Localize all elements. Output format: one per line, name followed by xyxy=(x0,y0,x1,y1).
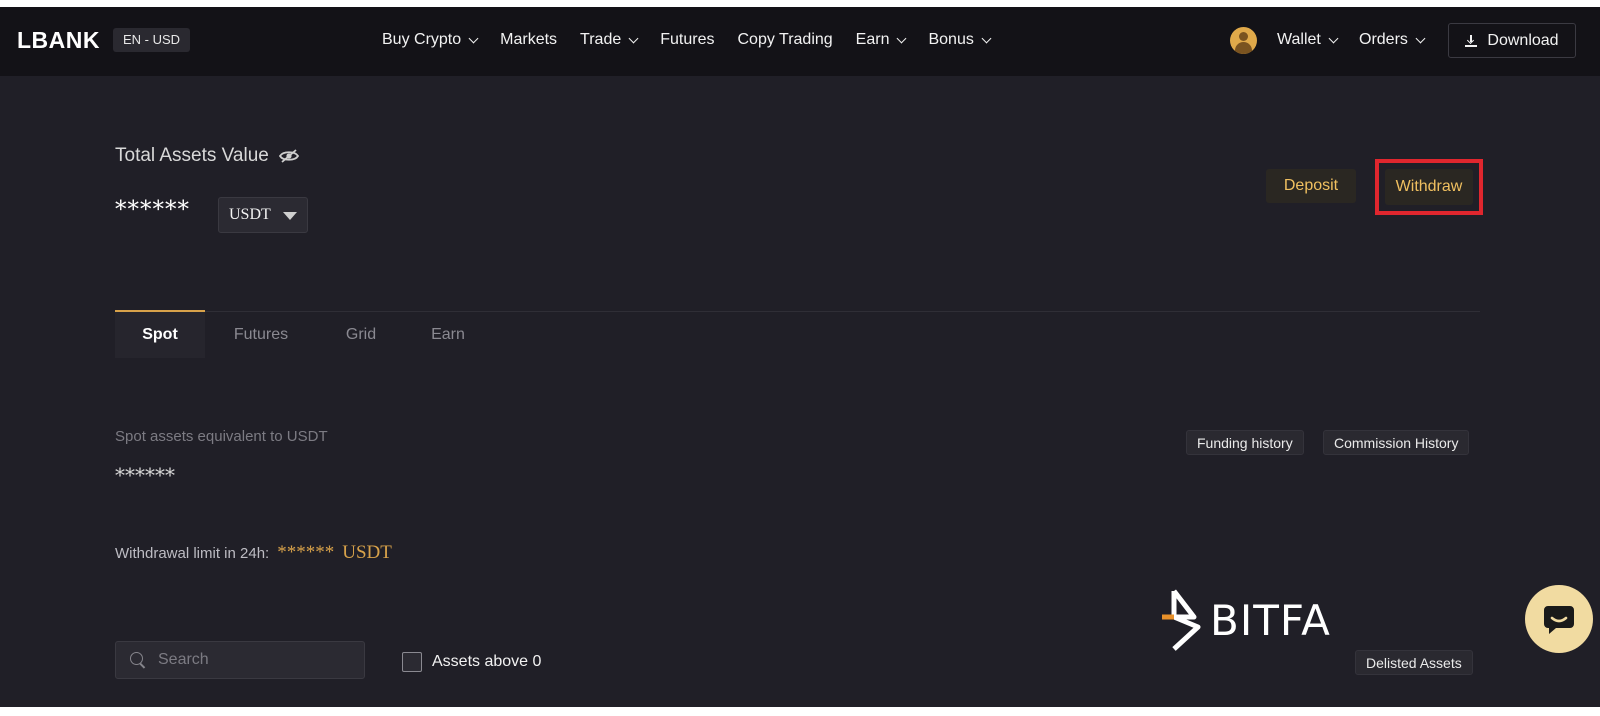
withdrawal-limit-label: Withdrawal limit in 24h: xyxy=(115,545,270,562)
assets-above-zero-filter[interactable]: Assets above 0 xyxy=(402,652,541,672)
menu-item-label: Futures xyxy=(660,31,715,48)
menu-item-earn[interactable]: Earn xyxy=(855,31,907,49)
menu-item-label: Bonus xyxy=(928,31,974,48)
top-navigation: LBANK EN - USD Buy Crypto Markets Trade … xyxy=(0,7,1600,76)
chevron-down-icon xyxy=(981,33,992,43)
chevron-down-icon xyxy=(628,33,639,43)
wallet-menu[interactable]: Wallet xyxy=(1277,31,1339,49)
language-currency-selector[interactable]: EN - USD xyxy=(113,28,191,52)
wallet-label: Wallet xyxy=(1277,31,1321,48)
currency-select-value: USDT xyxy=(229,206,271,223)
withdrawal-limit: Withdrawal limit in 24h: ****** USDT xyxy=(115,542,392,564)
funding-history-button[interactable]: Funding history xyxy=(1186,430,1304,455)
menu-item-bonus[interactable]: Bonus xyxy=(928,31,992,49)
spot-equivalent-label: Spot assets equivalent to USDT xyxy=(115,428,328,445)
menu-item-label: Earn xyxy=(855,31,890,48)
chat-icon xyxy=(1544,606,1574,634)
withdrawal-limit-unit: USDT xyxy=(342,542,392,563)
currency-select[interactable]: USDT xyxy=(218,197,308,233)
menu-item-label: Copy Trading xyxy=(737,31,833,48)
menu-item-copy-trading[interactable]: Copy Trading xyxy=(738,31,833,49)
chevron-down-icon xyxy=(1328,33,1339,43)
watermark-text: BITFA xyxy=(1210,595,1331,645)
asset-search xyxy=(115,641,365,679)
menu-item-futures[interactable]: Futures xyxy=(660,31,714,49)
menu-item-label: Trade xyxy=(580,31,622,48)
delisted-assets-button[interactable]: Delisted Assets xyxy=(1355,650,1473,675)
menu-item-label: Markets xyxy=(500,31,558,48)
menu-item-buy-crypto[interactable]: Buy Crypto xyxy=(382,31,479,49)
bitfa-watermark: BITFA xyxy=(1160,587,1331,653)
eye-hidden-icon[interactable] xyxy=(278,149,299,163)
main-menu: Buy Crypto Markets Trade Futures Copy Tr… xyxy=(382,31,1013,49)
withdraw-button[interactable]: Withdraw xyxy=(1385,169,1473,205)
chevron-down-icon xyxy=(1415,33,1426,43)
tab-grid[interactable]: Grid xyxy=(317,312,405,358)
menu-item-markets[interactable]: Markets xyxy=(500,31,557,49)
download-button[interactable]: Download xyxy=(1448,23,1576,58)
assets-above-zero-label: Assets above 0 xyxy=(432,653,542,670)
tab-earn[interactable]: Earn xyxy=(405,312,491,358)
menu-item-label: Buy Crypto xyxy=(382,31,462,48)
orders-label: Orders xyxy=(1359,31,1408,48)
spot-assets-value: ****** xyxy=(115,463,175,487)
tab-futures[interactable]: Futures xyxy=(205,312,317,358)
assets-above-zero-checkbox[interactable] xyxy=(402,652,422,672)
user-avatar-icon[interactable] xyxy=(1230,27,1257,54)
menu-item-trade[interactable]: Trade xyxy=(580,31,639,49)
total-assets-title: Total Assets Value xyxy=(115,145,299,167)
deposit-button[interactable]: Deposit xyxy=(1266,169,1356,203)
download-icon xyxy=(1465,34,1478,47)
withdraw-highlight-box: Withdraw xyxy=(1375,159,1483,215)
app-frame: LBANK EN - USD Buy Crypto Markets Trade … xyxy=(0,7,1600,707)
asset-tabs: Spot Futures Grid Earn xyxy=(115,312,491,358)
search-icon xyxy=(130,652,146,668)
caret-down-icon xyxy=(283,212,297,220)
orders-menu[interactable]: Orders xyxy=(1359,31,1426,49)
chevron-down-icon xyxy=(468,33,479,43)
download-label: Download xyxy=(1487,31,1559,49)
bitfa-logo-icon xyxy=(1162,589,1201,651)
total-assets-value: ****** xyxy=(115,197,190,223)
withdrawal-limit-value: ****** xyxy=(277,542,335,563)
lbank-logo[interactable]: LBANK xyxy=(17,27,100,54)
commission-history-button[interactable]: Commission History xyxy=(1323,430,1470,455)
total-assets-title-text: Total Assets Value xyxy=(115,145,269,166)
support-chat-button[interactable] xyxy=(1525,585,1593,653)
search-input[interactable] xyxy=(158,651,348,669)
tab-spot[interactable]: Spot xyxy=(115,312,205,358)
chevron-down-icon xyxy=(897,33,907,43)
